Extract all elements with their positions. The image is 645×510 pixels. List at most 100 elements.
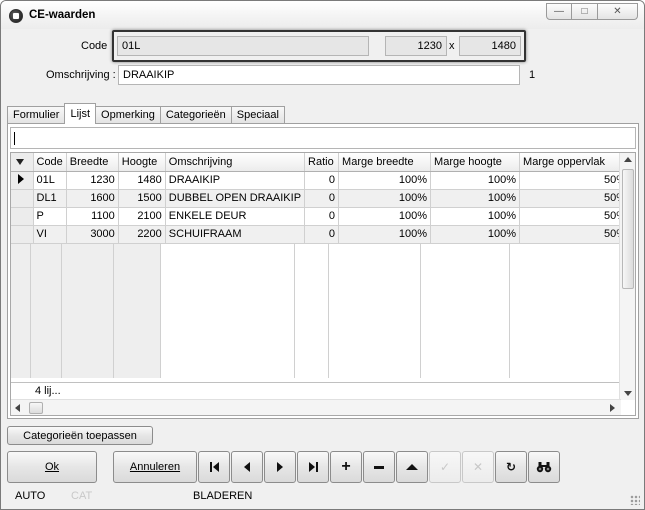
cell-code[interactable]: P <box>33 207 67 226</box>
post-record-button[interactable]: ✓ <box>429 451 461 483</box>
cell-code[interactable]: 01L <box>33 171 67 190</box>
next-record-button[interactable] <box>264 451 296 483</box>
row-indicator <box>11 225 34 244</box>
search-icon <box>536 462 552 473</box>
cell-code[interactable]: DL1 <box>33 189 67 208</box>
cell-marge-oppervlak[interactable]: 50% <box>519 171 631 190</box>
cell-marge-oppervlak[interactable]: 50% <box>519 225 631 244</box>
edit-record-button[interactable] <box>396 451 428 483</box>
cell-marge-oppervlak[interactable]: 50% <box>519 207 631 226</box>
row-indicator <box>11 207 34 226</box>
col-header-marge-hoogte[interactable]: Marge hoogte <box>430 153 521 172</box>
tab-speciaal[interactable]: Speciaal <box>230 106 285 124</box>
cell-marge-breedte[interactable]: 100% <box>338 225 432 244</box>
cell-omschrijving[interactable]: DRAAIKIP <box>165 171 306 190</box>
col-header-ratio[interactable]: Ratio <box>304 153 340 172</box>
status-mode: AUTO <box>15 490 46 502</box>
tab-formulier[interactable]: Formulier <box>7 106 66 124</box>
last-record-button[interactable] <box>297 451 329 483</box>
col-header-omschrijving[interactable]: Omschrijving <box>165 153 306 172</box>
apply-categories-button[interactable]: Categorieën toepassen <box>7 426 153 445</box>
col-header-marge-breedte[interactable]: Marge breedte <box>338 153 432 172</box>
maximize-button[interactable]: □ <box>572 3 598 20</box>
cell-hoogte[interactable]: 1500 <box>118 189 166 208</box>
delete-record-icon <box>374 465 384 469</box>
title-bar[interactable]: CE-waarden — □ ✕ <box>1 1 644 29</box>
cell-hoogte[interactable]: 2100 <box>118 207 166 226</box>
cell-omschrijving[interactable]: ENKELE DEUR <box>165 207 306 226</box>
tab-lijst[interactable]: Lijst <box>64 103 97 124</box>
dropdown-triangle-icon <box>16 158 24 165</box>
close-button[interactable]: ✕ <box>598 3 638 20</box>
scroll-down-icon[interactable] <box>624 391 632 396</box>
table-row[interactable]: P 1100 2100 ENKELE DEUR 0 100% 100% 50% <box>11 207 631 226</box>
search-button[interactable] <box>528 451 560 483</box>
prior-record-button[interactable] <box>231 451 263 483</box>
minimize-button[interactable]: — <box>546 3 572 20</box>
status-state: BLADEREN <box>193 490 253 502</box>
filter-input[interactable] <box>10 127 636 149</box>
cancel-edit-button[interactable]: ✕ <box>462 451 494 483</box>
col-header-hoogte[interactable]: Hoogte <box>118 153 166 172</box>
refresh-icon: ↻ <box>505 460 517 474</box>
table-row[interactable]: 01L 1230 1480 DRAAIKIP 0 100% 100% 50% <box>11 171 631 190</box>
cell-ratio[interactable]: 0 <box>304 171 340 190</box>
insert-record-button[interactable]: + <box>330 451 362 483</box>
description-field[interactable]: DRAAIKIP <box>118 65 520 85</box>
prior-record-icon <box>244 462 250 472</box>
cell-ratio[interactable]: 0 <box>304 225 340 244</box>
table-row[interactable]: DL1 1600 1500 DUBBEL OPEN DRAAIKIP 0 100… <box>11 189 631 208</box>
horizontal-scroll-thumb[interactable] <box>29 402 43 414</box>
delete-record-button[interactable] <box>363 451 395 483</box>
cancel-label: Annuleren <box>129 461 181 473</box>
scroll-right-icon[interactable] <box>610 404 615 412</box>
cell-hoogte[interactable]: 1480 <box>118 171 166 190</box>
cell-marge-oppervlak[interactable]: 50% <box>519 189 631 208</box>
description-label: Omschrijving : <box>46 69 116 81</box>
cell-breedte[interactable]: 3000 <box>66 225 119 244</box>
records-grid[interactable]: Code Breedte Hoogte Omschrijving Ratio M… <box>10 152 636 416</box>
horizontal-scrollbar[interactable] <box>11 399 621 415</box>
col-header-marge-oppervlak[interactable]: Marge oppervlak <box>519 153 631 172</box>
vertical-scrollbar[interactable] <box>619 153 635 400</box>
cell-marge-hoogte[interactable]: 100% <box>430 207 521 226</box>
cell-breedte[interactable]: 1100 <box>66 207 119 226</box>
app-icon <box>9 9 23 23</box>
cell-code[interactable]: VI <box>33 225 67 244</box>
cell-breedte[interactable]: 1600 <box>66 189 119 208</box>
window-title: CE-waarden <box>29 9 96 21</box>
scroll-up-icon[interactable] <box>624 157 632 162</box>
cell-breedte[interactable]: 1230 <box>66 171 119 190</box>
refresh-button[interactable]: ↻ <box>495 451 527 483</box>
vertical-scroll-thumb[interactable] <box>622 169 634 289</box>
table-row[interactable]: VI 3000 2200 SCHUIFRAAM 0 100% 100% 50% <box>11 225 631 244</box>
cell-marge-hoogte[interactable]: 100% <box>430 225 521 244</box>
cell-hoogte[interactable]: 2200 <box>118 225 166 244</box>
row-pointer-icon <box>18 173 24 184</box>
ce-waarden-window: CE-waarden — □ ✕ Code 01L 1230 x 1480 Om… <box>0 0 645 510</box>
cancel-button[interactable]: Annuleren <box>113 451 197 483</box>
cell-marge-breedte[interactable]: 100% <box>338 171 432 190</box>
ok-button[interactable]: Ok <box>7 451 97 483</box>
tab-categorieen[interactable]: Categorieën <box>159 106 232 124</box>
cancel-edit-icon: ✕ <box>472 460 484 474</box>
cell-ratio[interactable]: 0 <box>304 207 340 226</box>
cell-marge-breedte[interactable]: 100% <box>338 207 432 226</box>
code-label: Code <box>81 40 108 52</box>
last-record-icon <box>308 462 318 472</box>
column-menu-button[interactable] <box>11 153 34 172</box>
cell-omschrijving[interactable]: SCHUIFRAAM <box>165 225 306 244</box>
cell-marge-breedte[interactable]: 100% <box>338 189 432 208</box>
post-record-icon: ✓ <box>439 460 451 474</box>
cell-ratio[interactable]: 0 <box>304 189 340 208</box>
cell-omschrijving[interactable]: DUBBEL OPEN DRAAIKIP <box>165 189 306 208</box>
first-record-button[interactable] <box>198 451 230 483</box>
col-header-breedte[interactable]: Breedte <box>66 153 119 172</box>
cell-marge-hoogte[interactable]: 100% <box>430 171 521 190</box>
col-header-code[interactable]: Code <box>33 153 67 172</box>
tab-opmerking[interactable]: Opmerking <box>95 106 161 124</box>
minimize-icon: — <box>554 6 564 17</box>
resize-grip[interactable] <box>630 495 640 505</box>
scroll-left-icon[interactable] <box>15 404 20 412</box>
cell-marge-hoogte[interactable]: 100% <box>430 189 521 208</box>
